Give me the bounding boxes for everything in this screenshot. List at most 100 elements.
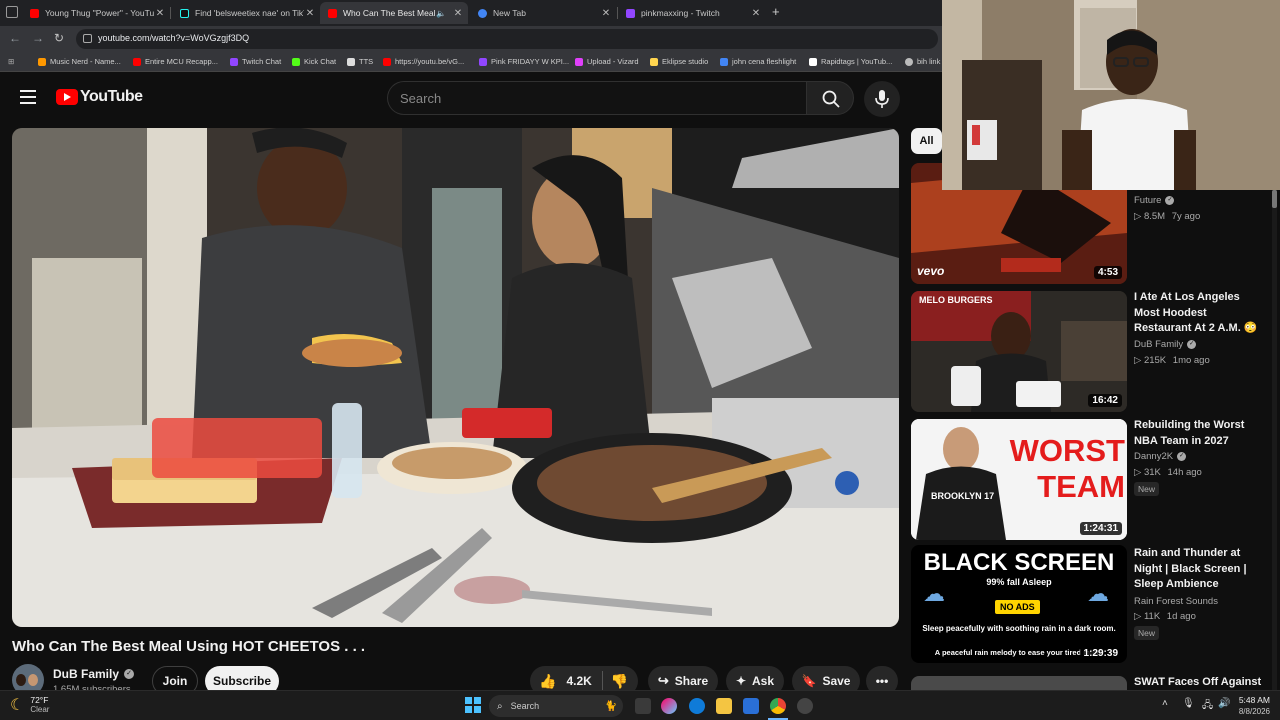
youtube-logo[interactable]: YouTube — [56, 88, 143, 106]
new-tab-plus-icon[interactable]: + — [772, 4, 780, 19]
bookmark-item[interactable]: john cena fleshlight — [720, 57, 796, 66]
verified-check-icon: ✓ — [1187, 340, 1197, 349]
browser-toolbar: ← → ↻ youtube.com/watch?v=WoVGzgjf3DQ — [0, 26, 942, 52]
site-info-icon[interactable] — [83, 34, 92, 43]
rec-channel-1[interactable]: DuB Family ✓ — [1134, 339, 1197, 350]
rec-title-3[interactable]: Rain and Thunder at Night | Black Screen… — [1134, 546, 1264, 593]
verified-check-icon: ✓ — [1177, 452, 1187, 461]
verified-check-icon: ✓ — [124, 669, 135, 679]
thumbs-up-icon[interactable]: 👍 — [539, 673, 556, 690]
tab-young-thug[interactable]: Young Thug "Power" - YouTube ✕ — [22, 2, 170, 24]
like-count[interactable]: 4.2K — [566, 674, 591, 688]
address-bar[interactable]: youtube.com/watch?v=WoVGzgjf3DQ — [76, 29, 938, 49]
thumb-sign-text: MELO BURGERS — [919, 295, 993, 305]
tab-twitch[interactable]: pinkmaxxing - Twitch ✕ — [618, 2, 766, 24]
tiktok-icon — [180, 8, 189, 18]
apps-grid-icon[interactable]: ⊞ — [8, 57, 14, 66]
bookmark-item[interactable]: https://youtu.be/vG... — [383, 57, 464, 66]
thumb-headline-text: WORST TEAM — [1009, 433, 1125, 504]
filter-chip-all[interactable]: All — [911, 128, 942, 154]
kick-icon — [292, 57, 300, 66]
clock-widget[interactable]: 5:48 AM 8/8/2026 — [1232, 695, 1270, 717]
task-view-icon[interactable] — [635, 698, 651, 714]
youtube-header: YouTube Search — [0, 72, 942, 124]
close-icon[interactable]: ✕ — [304, 8, 316, 19]
tab-tiktok[interactable]: Find 'belsweetiex nae' on TikTok ✕ — [172, 2, 320, 24]
search-input[interactable]: Search — [387, 81, 807, 115]
rec-meta-0: ▷ 8.5M 7y ago — [1134, 211, 1201, 222]
weather-widget[interactable]: ☾ 72°F Clear — [10, 695, 49, 715]
google-icon — [720, 57, 728, 66]
channel-name-row[interactable]: DuB Family ✓ — [53, 667, 135, 681]
rec-title-4[interactable]: SWAT Faces Off Against — [1134, 675, 1264, 691]
close-icon[interactable]: ✕ — [452, 8, 464, 19]
reload-icon[interactable]: ↻ — [54, 31, 64, 45]
tab-search-icon[interactable] — [6, 6, 18, 18]
rec-meta-1: ▷ 215K 1mo ago — [1134, 355, 1210, 366]
tab-active-video[interactable]: Who Can The Best Meal Us 🔈 ✕ — [320, 2, 468, 24]
channel-name: DuB Family — [53, 667, 120, 681]
clock-time: 5:48 AM — [1238, 695, 1270, 705]
rec-thumbnail-2[interactable]: BROOKLYN 17 WORST TEAM 1:24:31 — [911, 419, 1127, 540]
sidebar-scrollbar[interactable] — [1272, 190, 1277, 690]
bookmark-item[interactable]: Twitch Chat — [230, 57, 281, 66]
taskbar-search-box[interactable]: ⌕ Search 🐈 — [489, 695, 623, 717]
windows-start-icon[interactable] — [465, 697, 481, 713]
rec-title-1[interactable]: I Ate At Los Angeles Most Hoodest Restau… — [1134, 290, 1264, 337]
bookmark-item[interactable]: Eklipse studio — [650, 57, 708, 66]
obs-icon[interactable] — [797, 698, 813, 714]
bookmark-item[interactable]: Rapidtags | YouTub... — [809, 57, 892, 66]
rec-channel-2[interactable]: Danny2K ✓ — [1134, 451, 1187, 462]
rec-title-2[interactable]: Rebuilding the Worst NBA Team in 2027 — [1134, 418, 1264, 449]
copilot-icon[interactable] — [661, 698, 677, 714]
microsoft-store-icon[interactable] — [743, 698, 759, 714]
thumbs-down-icon[interactable]: 👎 — [611, 673, 628, 690]
close-icon[interactable]: ✕ — [600, 8, 612, 19]
rec-channel-0[interactable]: Future ✓ — [1134, 195, 1175, 206]
bookmark-item[interactable]: TTS — [347, 57, 373, 66]
vizard-icon — [575, 57, 583, 66]
bookmarks-bar: ⊞ Music Nerd - Name... Entire MCU Recapp… — [0, 52, 942, 72]
bookmark-item[interactable]: Pink FRIDAYY W KPI... — [479, 57, 569, 66]
close-icon[interactable]: ✕ — [750, 8, 762, 19]
twitch-icon — [479, 57, 487, 66]
back-arrow-icon[interactable]: ← — [9, 31, 21, 45]
network-icon[interactable]: 🖧 — [1202, 698, 1213, 715]
bookmark-item[interactable]: Entire MCU Recapp... — [133, 57, 218, 66]
play-icon: ▷ — [1134, 611, 1144, 622]
video-frame-kitchen-scene — [12, 128, 899, 627]
youtube-logo-text: YouTube — [80, 88, 143, 105]
rec-thumbnail-4[interactable] — [911, 676, 1127, 690]
vevo-logo: vevo — [917, 264, 945, 278]
eklipse-icon — [650, 57, 658, 66]
rain-cloud-icon: ☁ — [923, 581, 945, 606]
hamburger-menu-icon[interactable] — [20, 90, 36, 104]
file-explorer-icon[interactable] — [716, 698, 732, 714]
youtube-icon — [133, 57, 141, 66]
microphone-icon[interactable]: 🎙 — [1182, 698, 1195, 709]
search-icon — [822, 90, 840, 108]
close-icon[interactable]: ✕ — [154, 8, 166, 19]
forward-arrow-icon[interactable]: → — [32, 31, 44, 45]
video-player[interactable] — [12, 128, 899, 627]
bookmark-item[interactable]: Kick Chat — [292, 57, 336, 66]
edge-icon[interactable] — [689, 698, 705, 714]
youtube-icon — [328, 8, 337, 18]
show-hidden-icons-chevron-icon[interactable]: ˄ — [1162, 698, 1168, 709]
rec-channel-3[interactable]: Rain Forest Sounds — [1134, 596, 1218, 607]
speaker-mute-icon[interactable]: 🔈 — [436, 9, 446, 18]
chrome-icon — [478, 8, 487, 18]
bookmark-item[interactable]: bih link — [905, 57, 940, 66]
rec-meta-2: ▷ 31K 14h ago — [1134, 467, 1202, 478]
volume-icon[interactable]: 🔊 — [1218, 698, 1230, 709]
voice-search-button[interactable] — [864, 81, 900, 117]
rec-thumbnail-3[interactable]: BLACK SCREEN 99% fall Asleep ☁ ☁ NO ADS … — [911, 545, 1127, 663]
bookmark-item[interactable]: Upload - Vizard — [575, 57, 639, 66]
search-button[interactable] — [806, 81, 854, 115]
tab-new-tab[interactable]: New Tab ✕ — [470, 2, 616, 24]
play-icon: ▷ — [1134, 355, 1144, 366]
bookmark-item[interactable]: Music Nerd - Name... — [38, 57, 121, 66]
chrome-icon[interactable] — [770, 698, 786, 714]
new-badge: New — [1134, 482, 1160, 496]
rec-thumbnail-1[interactable]: MELO BURGERS 16:42 — [911, 291, 1127, 412]
